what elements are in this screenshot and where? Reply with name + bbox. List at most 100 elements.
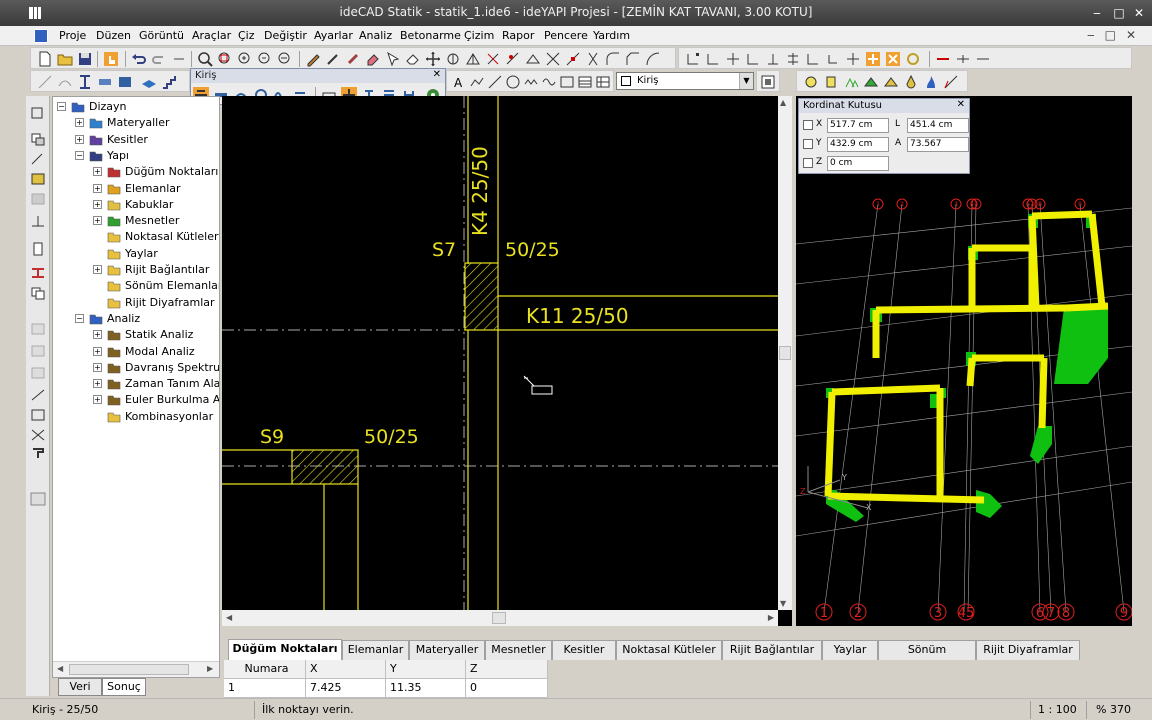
snap-center-icon[interactable] (845, 51, 861, 67)
copy-icon[interactable] (445, 51, 461, 67)
menu-analiz[interactable]: Analiz (359, 29, 392, 42)
scroll-thumb[interactable] (69, 664, 189, 675)
plan-drawing[interactable]: K4 25/50 S7 50/25 K11 25/50 S9 50/25 (222, 96, 778, 610)
snap-endpoint-icon[interactable] (685, 51, 701, 67)
snap-star-icon[interactable] (865, 51, 881, 67)
tab-yaylar[interactable]: Yaylar (822, 640, 878, 660)
wave-icon[interactable] (541, 74, 557, 90)
collapse-icon[interactable]: − (75, 150, 84, 160)
table-cell[interactable]: 11.35 (386, 679, 466, 698)
menu-araclar[interactable]: Araçlar (192, 29, 231, 42)
tab-sonum-elemanlari[interactable]: Sönüm Elemanları (878, 640, 976, 674)
text-icon[interactable]: A (451, 74, 467, 90)
layer-manager-icon[interactable] (760, 74, 776, 90)
plan-view[interactable]: K4 25/50 S7 50/25 K11 25/50 S9 50/25 ▲ ▼… (222, 96, 792, 626)
menu-goruntu[interactable]: Görüntü (139, 29, 184, 42)
snap-node-icon[interactable] (825, 51, 841, 67)
document-icon[interactable] (34, 29, 48, 43)
window2-tool-icon[interactable] (30, 344, 46, 358)
column-icon[interactable] (37, 74, 53, 90)
save-icon[interactable] (77, 51, 93, 67)
extend-icon[interactable] (525, 51, 541, 67)
line-tool2-icon[interactable] (30, 388, 46, 402)
line-tool-icon[interactable] (935, 51, 951, 67)
snap-tangent-icon[interactable] (805, 51, 821, 67)
auto-rc-icon[interactable] (30, 492, 46, 506)
mirror-icon[interactable] (465, 51, 481, 67)
plan-horizontal-scrollbar[interactable]: ◀ ▶ (222, 610, 778, 626)
x-lock-checkbox[interactable] (803, 120, 813, 130)
measure-icon[interactable] (943, 74, 959, 90)
snap-corner-icon[interactable] (745, 51, 761, 67)
wall-icon[interactable] (117, 74, 133, 90)
new-file-icon[interactable] (37, 51, 53, 67)
menu-betonarme[interactable]: Betonarme (400, 29, 461, 42)
menu-rapor[interactable]: Rapor (502, 29, 534, 42)
copy-tool-icon[interactable] (30, 286, 46, 300)
tab-mesnetler[interactable]: Mesnetler (485, 640, 552, 660)
z-lock-checkbox[interactable] (803, 158, 813, 168)
chamfer-icon[interactable] (625, 51, 641, 67)
scroll-up-icon[interactable]: ▲ (780, 98, 786, 107)
tab-sonuc[interactable]: Sonuç (102, 678, 146, 696)
scroll-right-icon[interactable]: ▶ (207, 664, 213, 673)
expand-icon[interactable]: + (93, 362, 102, 372)
expand-icon[interactable]: + (75, 118, 84, 128)
beam-tool-icon[interactable] (30, 266, 46, 280)
zoom-all-icon[interactable] (277, 51, 293, 67)
expand-icon[interactable]: + (93, 395, 102, 405)
menu-pencere[interactable]: Pencere (544, 29, 588, 42)
expand-icon[interactable]: + (93, 216, 102, 226)
mdi-window-controls[interactable]: ‒□✕ (1087, 28, 1146, 42)
offset-icon[interactable] (545, 51, 561, 67)
tab-elemanlar[interactable]: Elemanlar (342, 640, 409, 660)
tab-dugum-noktalari[interactable]: Düğüm Noktaları (228, 639, 342, 660)
rotate-icon[interactable] (485, 51, 501, 67)
curve-icon[interactable] (57, 74, 73, 90)
line-icon[interactable] (487, 74, 503, 90)
column-tool-icon[interactable] (30, 242, 46, 256)
stair-icon[interactable] (161, 74, 177, 90)
select-icon[interactable] (385, 51, 401, 67)
menu-proje[interactable]: Proje (59, 29, 86, 42)
door-tool-icon[interactable] (30, 366, 46, 380)
spline-icon[interactable] (523, 74, 539, 90)
arc-icon[interactable] (645, 51, 661, 67)
snap-grid-icon[interactable] (885, 51, 901, 67)
dim-tool-icon[interactable] (955, 51, 971, 67)
zoom-window-icon[interactable] (217, 51, 233, 67)
menu-duzen[interactable]: Düzen (96, 29, 131, 42)
table-cell[interactable]: 0 (466, 679, 548, 698)
redo-icon[interactable] (151, 51, 167, 67)
3d-scrollbar[interactable] (1132, 96, 1152, 626)
a-field[interactable]: 73.567 (907, 137, 969, 152)
y-field[interactable]: 432.9 cm (827, 137, 889, 152)
expand-icon[interactable]: + (93, 183, 102, 193)
tab-noktasal-kutleler[interactable]: Noktasal Kütleler (616, 640, 722, 660)
shell-icon[interactable] (883, 74, 899, 90)
layer-combo[interactable]: Kiriş ▼ (616, 72, 754, 90)
zoom-icon[interactable] (197, 51, 213, 67)
z-field[interactable]: 0 cm (827, 156, 889, 171)
open-folder-icon[interactable] (57, 51, 73, 67)
column-header[interactable]: X (306, 660, 386, 679)
tree-horizontal-scrollbar[interactable]: ◀ ▶ (53, 661, 219, 677)
column-header[interactable]: Z (466, 660, 548, 679)
menu-yardim[interactable]: Yardım (593, 29, 630, 42)
flame-icon[interactable] (923, 74, 939, 90)
minimize-button[interactable]: ‒ (1090, 6, 1104, 20)
scroll-down-icon[interactable]: ▼ (780, 599, 786, 608)
scroll-left-icon[interactable]: ◀ (57, 664, 63, 673)
column-header[interactable]: Numara (224, 660, 306, 679)
tab-veri[interactable]: Veri (58, 678, 102, 696)
snap-cross-icon[interactable] (725, 51, 741, 67)
close-icon[interactable]: ✕ (957, 99, 965, 110)
menu-ciz[interactable]: Çiz (238, 29, 255, 42)
grid-table-icon[interactable] (595, 74, 611, 90)
scroll-thumb[interactable] (492, 612, 506, 624)
close-icon[interactable]: ✕ (433, 69, 441, 80)
l-field[interactable]: 451.4 cm (907, 118, 969, 133)
tab-kesitler[interactable]: Kesitler (552, 640, 616, 660)
beam-icon[interactable] (97, 74, 113, 90)
table-cell[interactable]: 1 (224, 679, 306, 698)
